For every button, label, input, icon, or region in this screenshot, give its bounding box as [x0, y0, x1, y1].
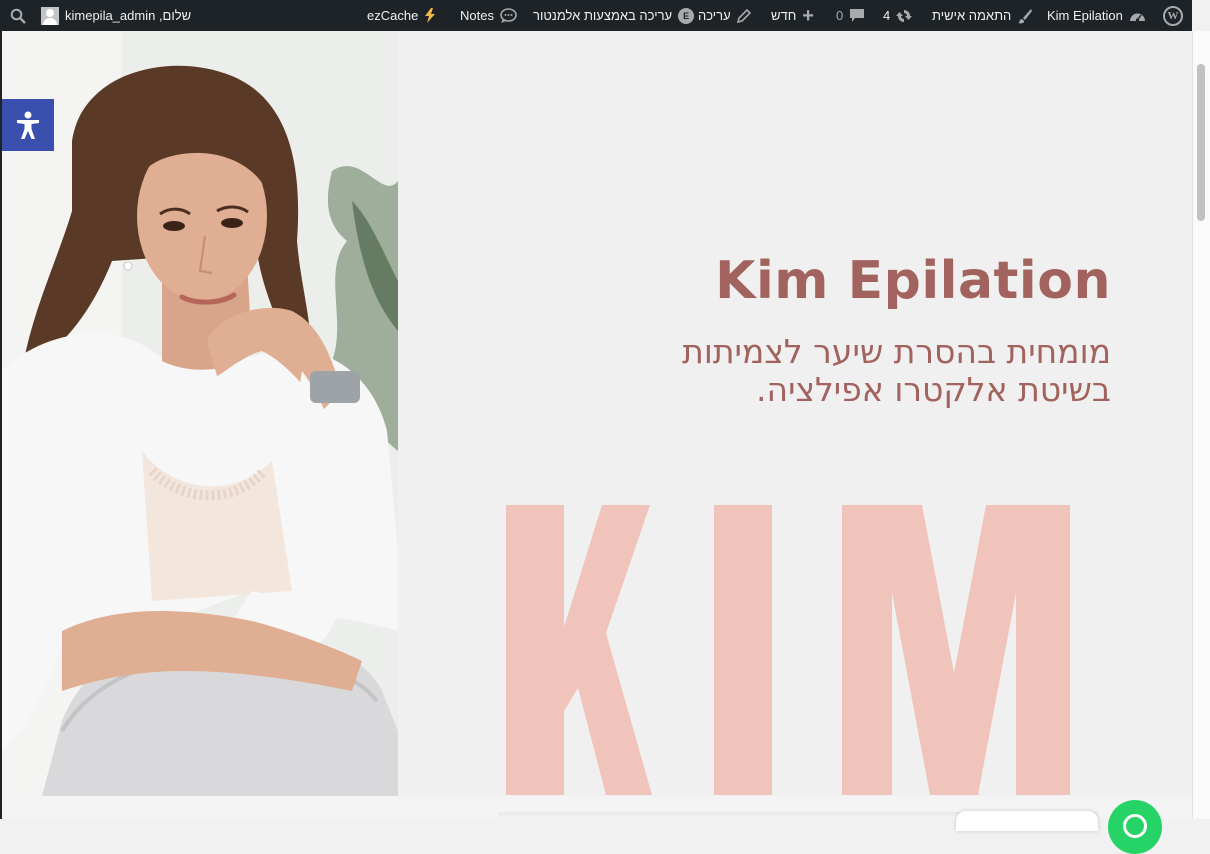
big-letter-i: [714, 505, 772, 795]
hero-title: Kim Epilation: [715, 251, 1111, 311]
hero-subtitle: מומחית בהסרת שיער לצמיתות בשיטת אלקטרו א…: [682, 332, 1111, 409]
ezcache-label: ezCache: [367, 8, 419, 23]
plus-icon: +: [802, 4, 814, 27]
whatsapp-button[interactable]: [1108, 800, 1162, 854]
woman-portrait-image: [2, 31, 398, 796]
wp-logo-menu[interactable]: W: [1163, 0, 1183, 31]
refresh-icon: [896, 8, 913, 24]
edit-label: עריכה: [698, 8, 731, 23]
dashboard-icon: [1129, 9, 1146, 23]
elementor-edit-label: עריכה באמצעות אלמנטור: [533, 8, 673, 23]
speech-bubble-icon: [500, 7, 517, 24]
site-name-menu[interactable]: Kim Epilation: [1047, 0, 1146, 31]
wordpress-icon: W: [1163, 5, 1183, 26]
big-letter-m: [842, 505, 1070, 795]
comment-icon: [849, 8, 865, 23]
notes-link[interactable]: Notes: [460, 0, 517, 31]
chat-widget-label[interactable]: [956, 811, 1098, 831]
hero-section: Kim Epilation מומחית בהסרת שיער לצמיתות …: [398, 31, 1192, 796]
customize-link[interactable]: התאמה אישית: [932, 0, 1033, 31]
big-letter-k: [506, 505, 652, 795]
scrollbar-thumb[interactable]: [1197, 64, 1205, 221]
lightning-icon: [424, 8, 436, 23]
comments-count: 0: [836, 8, 844, 23]
comments-link[interactable]: 0: [836, 0, 865, 31]
elementor-edit-link[interactable]: עריכה באמצעות אלמנטור E: [533, 0, 695, 31]
search-icon: [10, 8, 26, 24]
new-content-menu[interactable]: חדש +: [771, 0, 814, 31]
customize-label: התאמה אישית: [932, 8, 1012, 23]
accessibility-button[interactable]: [2, 99, 54, 151]
updates-count: 4: [883, 8, 891, 23]
edit-page-link[interactable]: עריכה: [698, 0, 751, 31]
accessibility-icon: [9, 106, 47, 144]
notes-label: Notes: [460, 8, 494, 23]
avatar: [41, 6, 59, 25]
my-account-menu[interactable]: שלום, kimepila_admin: [41, 0, 191, 31]
vertical-scrollbar[interactable]: [1192, 31, 1210, 819]
site-name: Kim Epilation: [1047, 8, 1123, 23]
updates-link[interactable]: 4: [883, 0, 913, 31]
pencil-icon: [736, 8, 751, 23]
brush-icon: [1017, 8, 1033, 24]
decorative-kim-letters: [506, 505, 1070, 795]
hero-photo: [2, 31, 398, 796]
new-label: חדש: [771, 8, 797, 23]
elementor-icon: E: [678, 7, 695, 24]
ezcache-menu[interactable]: ezCache: [367, 0, 436, 31]
admin-bar: W Kim Epilation התאמה אישית 4 0 חדש + ער…: [0, 0, 1192, 31]
whatsapp-icon: [1123, 814, 1147, 838]
admin-search[interactable]: [10, 0, 26, 31]
greeting: שלום, kimepila_admin: [65, 8, 192, 23]
